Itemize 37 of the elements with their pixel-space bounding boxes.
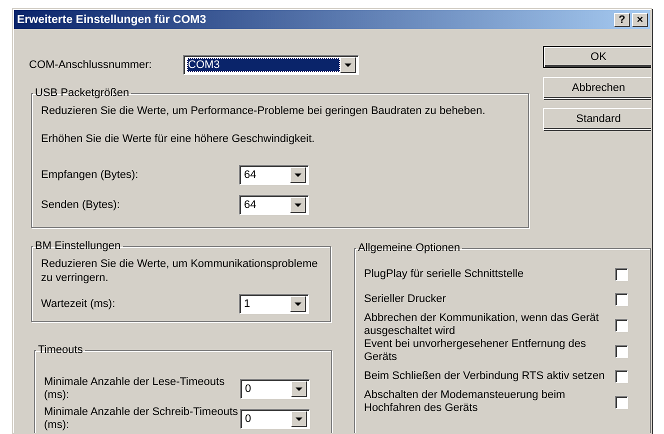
checkbox[interactable] xyxy=(615,293,628,306)
field-label: Minimale Anzahle der Lese-Timeouts (ms): xyxy=(44,376,226,402)
field-label: Wartezeit (ms): xyxy=(41,298,116,310)
checkbox[interactable] xyxy=(615,370,628,383)
option-label: Abbrechen der Kommunikation, wenn das Gerät ausgeschaltet wird xyxy=(364,312,600,338)
group-title: USB Packetgrößen xyxy=(34,87,130,99)
group-title: BM Einstellungen xyxy=(34,240,122,252)
checkbox[interactable] xyxy=(615,396,628,408)
window-title: Erweiterte Einstellungen für COM3 xyxy=(17,14,206,26)
dialog-button[interactable]: Standard xyxy=(543,108,651,130)
option-label: Beim Schließen der Verbindung RTS aktiv setzen xyxy=(364,370,606,383)
group-title: Timeouts xyxy=(37,344,84,356)
help-button[interactable]: ? xyxy=(614,12,630,26)
option-label: Event bei unvorhergesehener Entfernung des Geräts xyxy=(364,338,587,364)
field-label: Empfangen (Bytes): xyxy=(41,168,140,182)
checkbox[interactable] xyxy=(615,268,628,281)
dialog-button[interactable]: OK xyxy=(543,46,651,68)
hint-text: Erhöhen Sie die Werte für eine höhere Geschwindigkeit. xyxy=(41,132,316,146)
checkbox[interactable] xyxy=(615,318,628,332)
port-dropdown[interactable]: COM3 xyxy=(183,55,359,75)
field-label: Minimale Anzahle der Schreib-Timeouts (ms): xyxy=(44,406,240,432)
dropdown-field[interactable]: 0 xyxy=(240,379,310,399)
checkbox[interactable] xyxy=(615,344,628,358)
field-label: COM-Anschlussnummer: xyxy=(29,59,153,71)
option-label: PlugPlay für serielle Schnittstelle xyxy=(364,268,525,281)
dropdown-field[interactable]: 64 xyxy=(239,195,309,215)
hint-text: Reduzieren Sie die Werte, um Kommunikationsprobleme zu verringern. xyxy=(41,257,319,285)
field-label: Senden (Bytes): xyxy=(41,198,121,212)
hint-text: Reduzieren Sie die Werte, um Performance-Probleme bei geringen Baudraten zu beheben. xyxy=(41,104,486,118)
close-button[interactable]: × xyxy=(632,12,648,26)
group-title: Allgemeine Optionen xyxy=(357,242,462,254)
option-label: Abschalten der Modemansteuerung beim Hochfahren des Geräts xyxy=(364,389,566,415)
dropdown-field[interactable]: 64 xyxy=(239,165,309,185)
option-label: Serieller Drucker xyxy=(364,293,447,306)
dropdown-field[interactable]: 0 xyxy=(240,409,310,429)
dropdown-field[interactable]: 1 xyxy=(239,294,309,314)
dialog-button[interactable]: Abbrechen xyxy=(543,77,651,99)
